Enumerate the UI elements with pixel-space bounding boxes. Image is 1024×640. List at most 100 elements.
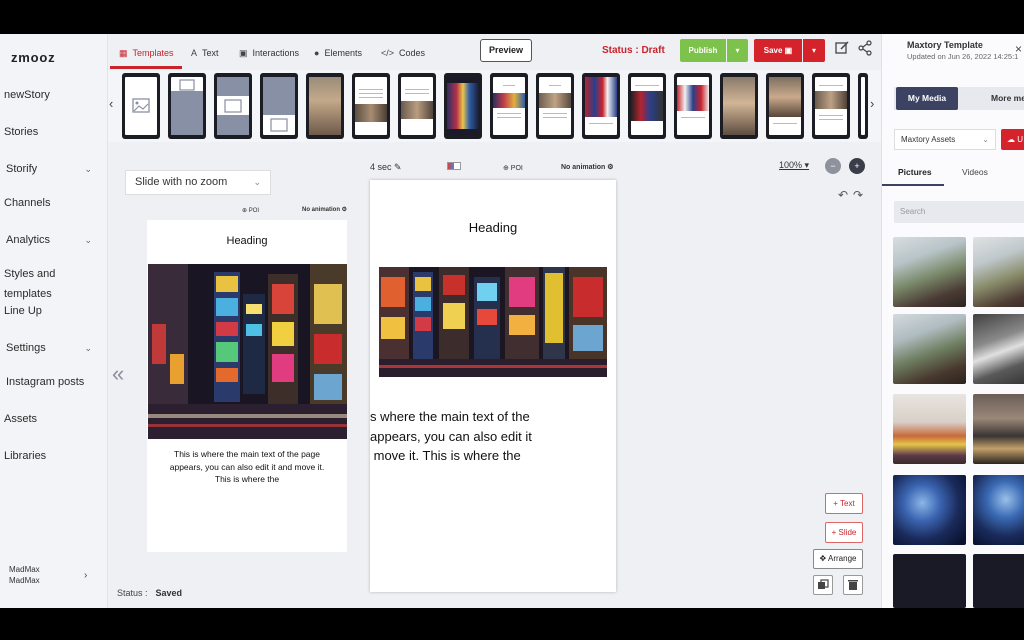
sidebar-item-instagram[interactable]: Instagram posts xyxy=(6,372,106,392)
publish-button[interactable]: Publish xyxy=(680,39,726,62)
user-info[interactable]: MadMax MadMax xyxy=(9,564,40,586)
tab-more-media[interactable]: More me xyxy=(991,87,1024,110)
sidebar-item-storify[interactable]: Storify ⌄ xyxy=(6,159,106,179)
sidebar-item-styles[interactable]: Styles and templates xyxy=(4,264,104,300)
duplicate-button[interactable] xyxy=(813,575,833,595)
chevron-left-icon[interactable]: ‹ xyxy=(109,96,113,111)
save-button[interactable]: Save ▣ xyxy=(754,39,802,62)
media-thumb[interactable] xyxy=(893,475,966,545)
slide-duration[interactable]: 4 sec ✎ xyxy=(370,162,402,173)
template-thumb[interactable] xyxy=(260,73,298,139)
redo-icon[interactable]: ↷ xyxy=(853,188,863,202)
template-thumb[interactable] xyxy=(214,73,252,139)
close-icon[interactable]: × xyxy=(1015,42,1022,56)
template-thumb[interactable] xyxy=(490,73,528,139)
template-thumb[interactable] xyxy=(536,73,574,139)
canvas-heading[interactable]: Heading xyxy=(370,220,616,235)
save-label: Save xyxy=(763,46,783,55)
template-thumb[interactable] xyxy=(582,73,620,139)
sidebar-item-channels[interactable]: Channels xyxy=(4,193,104,213)
caret-down-icon: ▾ xyxy=(804,160,810,170)
template-thumb[interactable] xyxy=(168,73,206,139)
media-thumb[interactable] xyxy=(973,314,1024,384)
zoom-mode-select[interactable]: Slide with no zoom ⌄ xyxy=(125,170,271,195)
sidebar-item-stories[interactable]: Stories xyxy=(4,122,104,142)
assets-library-value: Maxtory Assets xyxy=(901,135,956,144)
zoom-in-icon[interactable]: + xyxy=(849,158,865,174)
template-thumb[interactable] xyxy=(306,73,344,139)
canvas-image[interactable] xyxy=(379,267,607,377)
status-label: Status : xyxy=(117,588,148,598)
tab-elements[interactable]: ● Elements xyxy=(314,46,362,60)
delete-button[interactable] xyxy=(843,575,863,595)
upload-label: U xyxy=(1017,135,1024,144)
media-thumb[interactable] xyxy=(893,394,966,464)
media-thumb[interactable] xyxy=(893,314,966,384)
sidebar-item-label: newStory xyxy=(4,89,50,101)
media-thumb[interactable] xyxy=(893,237,966,307)
slide-image xyxy=(148,264,347,439)
circle-icon: ● xyxy=(314,48,320,58)
chevron-right-icon[interactable]: › xyxy=(870,96,874,111)
template-title: Maxtory Template xyxy=(907,40,983,50)
tab-templates[interactable]: ▦ Templates xyxy=(119,46,174,60)
zoom-level-select[interactable]: 100% ▾ xyxy=(779,160,809,171)
undo-icon[interactable]: ↶ xyxy=(838,188,848,202)
template-thumb[interactable] xyxy=(398,73,436,139)
template-thumb[interactable] xyxy=(674,73,712,139)
media-thumb[interactable] xyxy=(973,237,1024,307)
tab-text[interactable]: A Text xyxy=(191,46,219,60)
template-thumb[interactable] xyxy=(444,73,482,139)
add-slide-button[interactable]: + Slide xyxy=(825,522,863,543)
sidebar-item-settings[interactable]: Settings ⌄ xyxy=(6,338,106,358)
tab-interactions[interactable]: ▣ Interactions xyxy=(239,46,299,60)
sidebar-item-assets[interactable]: Assets xyxy=(4,409,104,429)
tab-codes[interactable]: </> Codes xyxy=(381,46,425,60)
tab-active-indicator xyxy=(882,184,944,186)
tab-pictures[interactable]: Pictures xyxy=(898,167,932,177)
media-thumb[interactable] xyxy=(973,554,1024,608)
poi-toggle[interactable]: ⊕ POI xyxy=(242,207,259,214)
sidebar-item-analytics[interactable]: Analytics ⌄ xyxy=(6,230,106,250)
canvas-body-text[interactable]: s where the main text of the appears, yo… xyxy=(370,407,610,466)
template-thumb[interactable] xyxy=(766,73,804,139)
media-thumb[interactable] xyxy=(893,554,966,608)
edit-icon[interactable] xyxy=(834,40,850,56)
assets-library-select[interactable]: Maxtory Assets ⌄ xyxy=(894,129,996,150)
code-icon: </> xyxy=(381,48,395,58)
poi-toggle[interactable]: ⊕ POI xyxy=(503,164,523,172)
slide-canvas[interactable]: Heading s where the main text of the app… xyxy=(370,180,616,592)
template-thumb[interactable] xyxy=(628,73,666,139)
tab-my-media[interactable]: My Media xyxy=(896,87,958,110)
add-text-button[interactable]: + Text xyxy=(825,493,863,514)
slide-preview-card[interactable]: Heading This is where the main text of t… xyxy=(147,220,347,552)
sidebar-item-libraries[interactable]: Libraries xyxy=(4,446,104,466)
template-thumb[interactable] xyxy=(812,73,850,139)
zoom-out-icon[interactable]: − xyxy=(825,158,841,174)
template-thumb[interactable] xyxy=(352,73,390,139)
sidebar-item-newstory[interactable]: newStory xyxy=(4,85,104,105)
preview-button[interactable]: Preview xyxy=(480,39,532,62)
user-name: MadMax xyxy=(9,565,40,574)
media-search-input[interactable]: Search xyxy=(894,201,1024,223)
arrange-button[interactable]: ✥ Arrange xyxy=(813,549,863,569)
save-dropdown-button[interactable]: ▾ xyxy=(803,39,825,62)
tab-videos[interactable]: Videos xyxy=(962,167,988,177)
animation-toggle[interactable]: No animation ⚙ xyxy=(302,206,347,213)
background-color-icon[interactable] xyxy=(447,162,461,170)
chevron-double-left-icon[interactable]: « xyxy=(112,361,124,387)
grid-icon: ▦ xyxy=(119,48,128,58)
sidebar-item-lineup[interactable]: Line Up xyxy=(4,301,104,321)
template-thumb[interactable] xyxy=(720,73,758,139)
chevron-right-icon[interactable]: › xyxy=(84,570,87,581)
media-thumb[interactable] xyxy=(973,394,1024,464)
template-thumb[interactable] xyxy=(858,73,868,139)
logo[interactable]: zmooz xyxy=(11,50,55,65)
template-thumb[interactable] xyxy=(122,73,160,139)
share-icon[interactable] xyxy=(857,40,873,56)
publish-dropdown-button[interactable]: ▾ xyxy=(727,39,748,62)
animation-toggle[interactable]: No animation ⚙ xyxy=(561,163,614,171)
upload-button[interactable]: ☁ U xyxy=(1001,129,1024,150)
media-thumb[interactable] xyxy=(973,475,1024,545)
image-icon: ▣ xyxy=(239,48,248,58)
